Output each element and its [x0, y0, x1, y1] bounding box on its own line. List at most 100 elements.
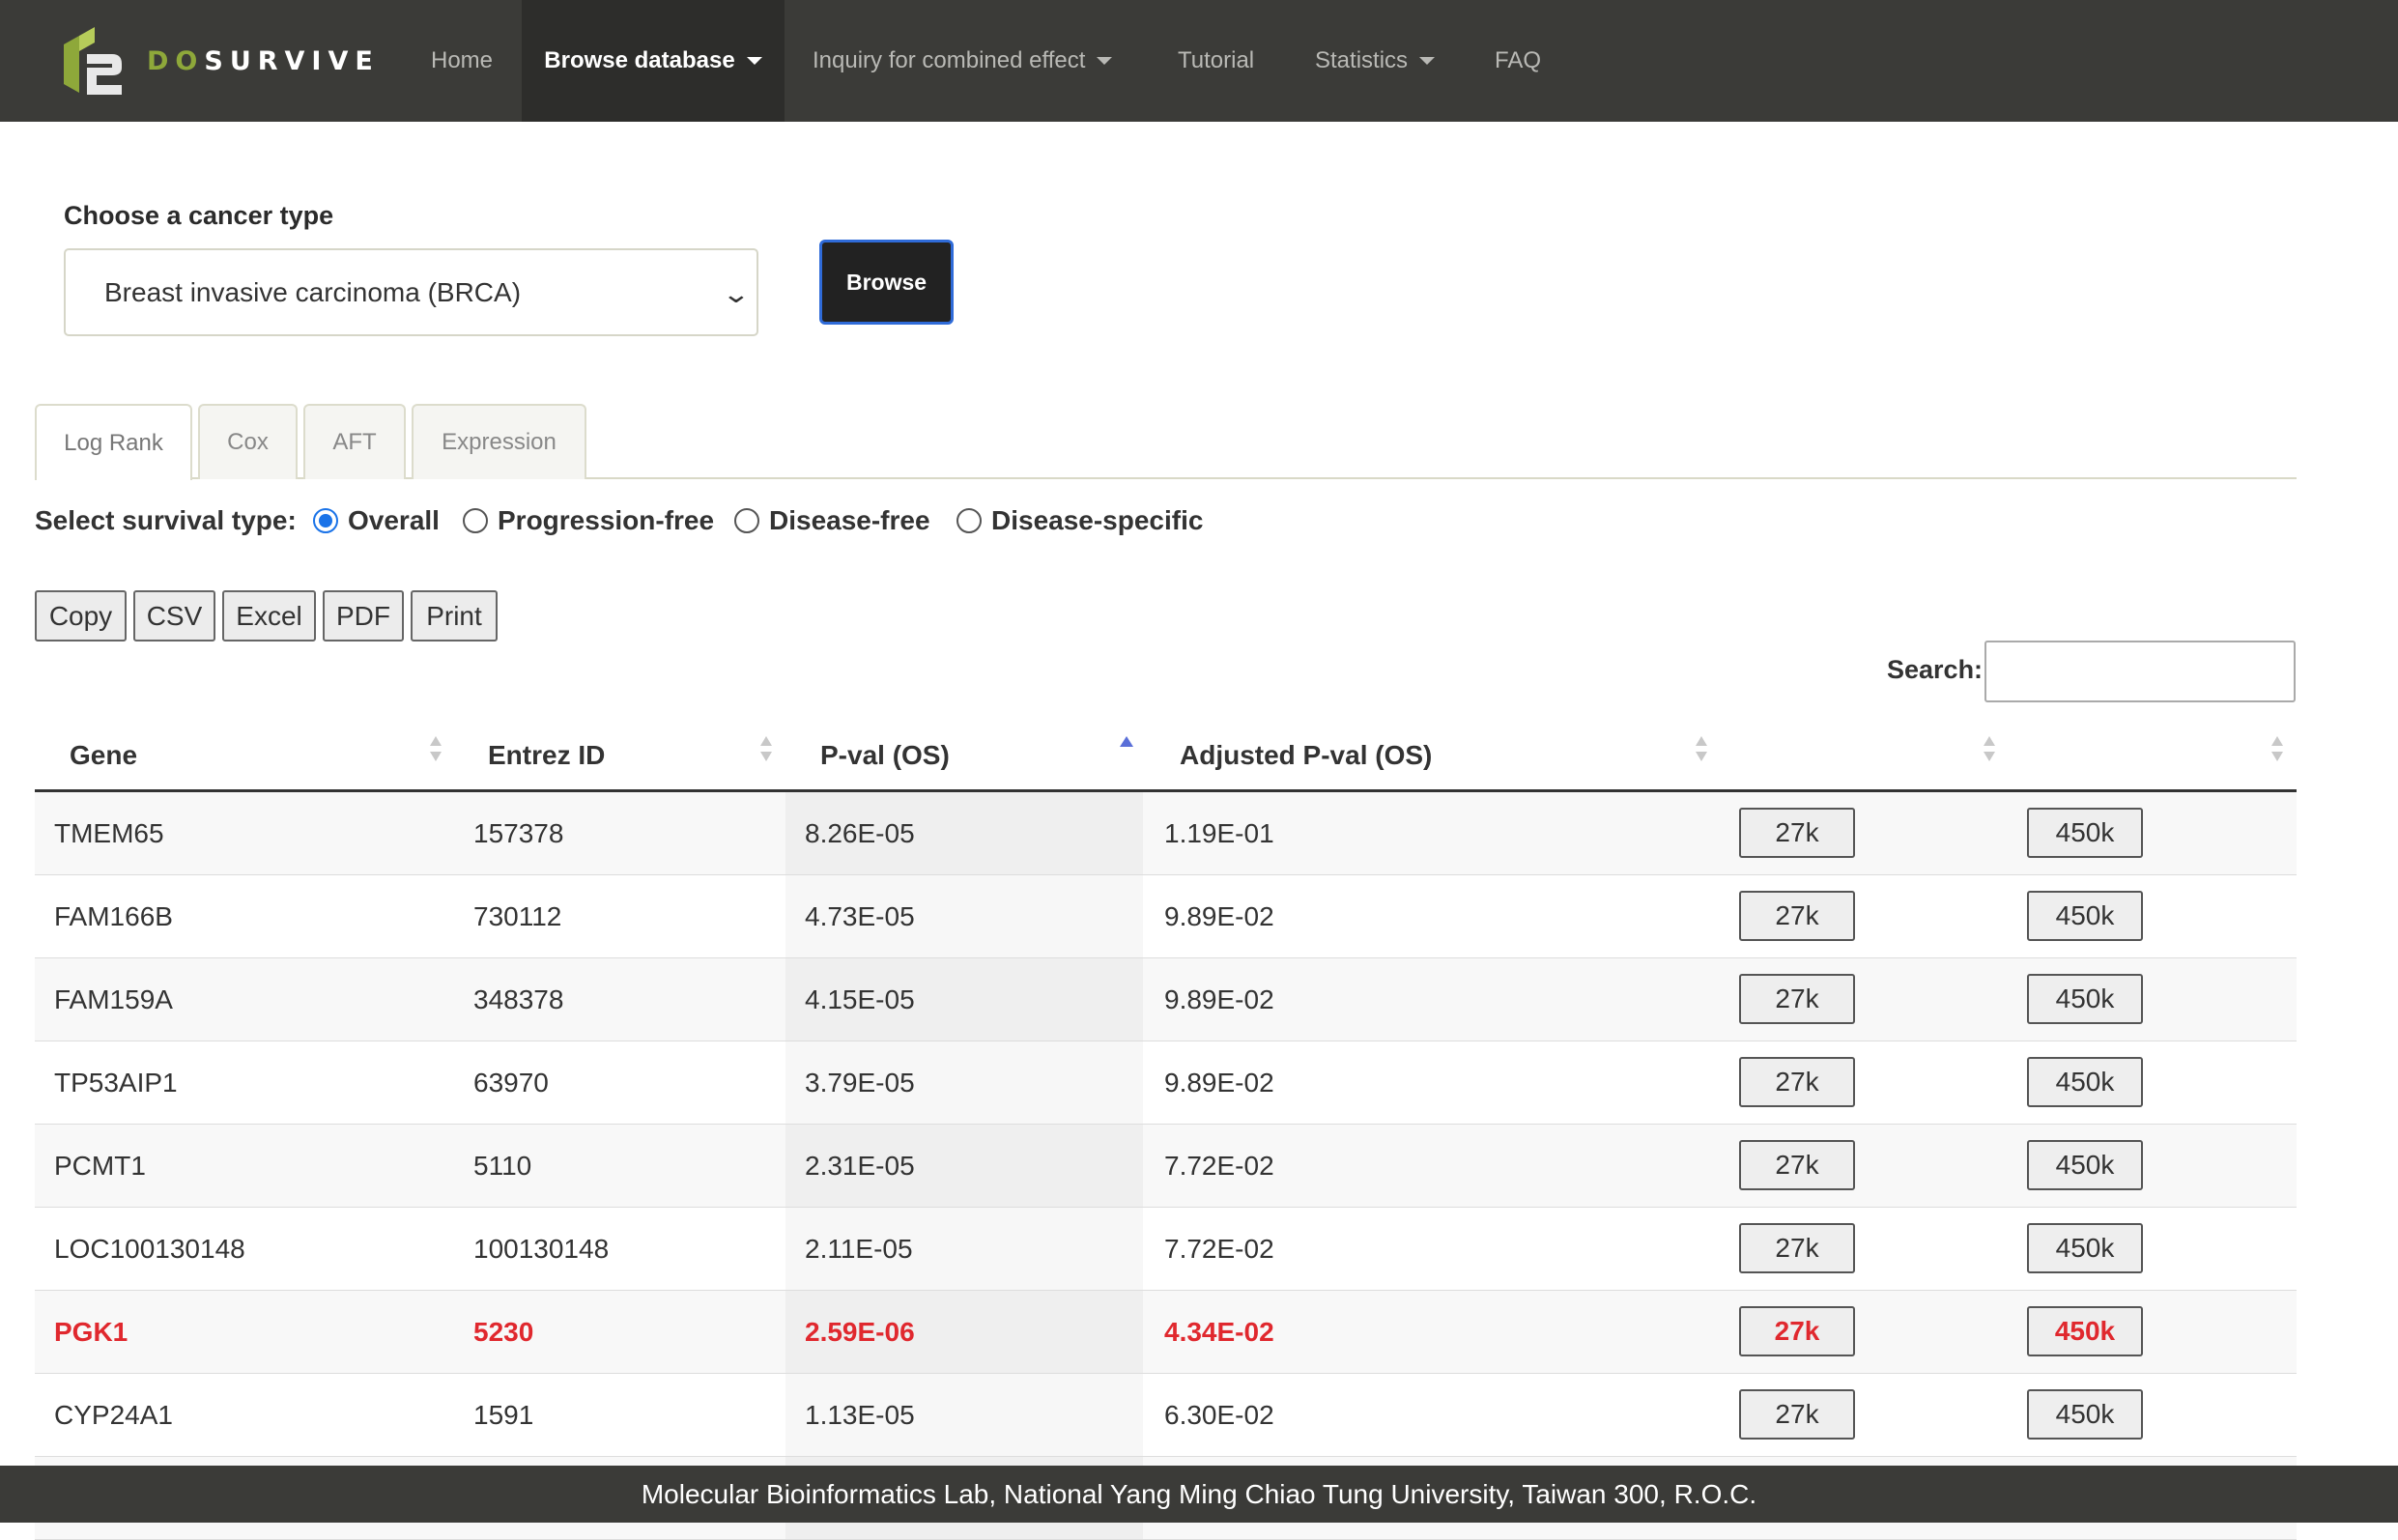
cell-entrez-id: 63970 [473, 1067, 549, 1098]
nav-browse-database[interactable]: Browse database [522, 0, 785, 122]
nav-faq[interactable]: FAQ [1495, 0, 1541, 122]
view-450k-button[interactable]: 450k [2027, 1306, 2143, 1356]
cell-pval: 4.73E-05 [805, 900, 915, 931]
view-27k-button[interactable]: 27k [1739, 1306, 1855, 1356]
view-450k-button[interactable]: 450k [2027, 1389, 2143, 1440]
column-header-entrez-id-label: Entrez ID [488, 740, 606, 770]
column-header-450k[interactable] [2019, 719, 2280, 792]
cell-adjusted-pval: 1.19E-01 [1164, 817, 1274, 848]
sort-both-icon [430, 736, 442, 761]
view-27k-button[interactable]: 27k [1739, 891, 1855, 941]
view-450k-button[interactable]: 450k [2027, 1140, 2143, 1190]
nav-inquiry-label: Inquiry for combined effect [813, 47, 1086, 73]
radio-overall[interactable]: Overall [313, 505, 440, 536]
brand-prefix: DO [147, 45, 205, 76]
cell-entrez-id: 1591 [473, 1399, 534, 1430]
table-row: TMEM65 157378 8.26E-05 1.19E-01 27k 450k [35, 792, 2297, 875]
brand-suffix: SURVIVE [204, 45, 380, 76]
table-row: CYP24A1 1591 1.13E-05 6.30E-02 27k 450k [35, 1374, 2297, 1457]
browse-button[interactable]: Browse [819, 240, 954, 325]
radio-unchecked-icon [956, 508, 982, 533]
view-27k-button[interactable]: 27k [1739, 1389, 1855, 1440]
column-header-pval-os[interactable]: P-val (OS) [820, 719, 950, 792]
copy-button[interactable]: Copy [35, 590, 127, 642]
nav-statistics[interactable]: Statistics [1315, 0, 1436, 122]
nav-browse-database-label: Browse database [544, 47, 735, 73]
tab-aft-label: AFT [332, 429, 377, 455]
view-27k-button[interactable]: 27k [1739, 974, 1855, 1024]
cell-gene: FAM159A [54, 984, 173, 1014]
tab-log-rank-label: Log Rank [64, 429, 163, 456]
nav-home[interactable]: Home [431, 0, 493, 122]
brand-logo-link[interactable]: DOSURVIVE [58, 14, 380, 108]
view-27k-button[interactable]: 27k [1739, 1057, 1855, 1107]
radio-disease-specific-label: Disease-specific [991, 505, 1204, 535]
cell-adjusted-pval: 9.89E-02 [1164, 1067, 1274, 1098]
column-header-27k[interactable] [1739, 719, 2010, 792]
view-450k-button[interactable]: 450k [2027, 1057, 2143, 1107]
cell-entrez-id: 730112 [473, 900, 562, 931]
cell-adjusted-pval: 4.34E-02 [1164, 1316, 1274, 1347]
nav-home-label: Home [431, 47, 494, 73]
table-row: PCMT1 5110 2.31E-05 7.72E-02 27k 450k [35, 1125, 2297, 1208]
radio-overall-label: Overall [348, 505, 440, 535]
column-header-gene[interactable]: Gene [70, 719, 137, 792]
caret-down-icon [1097, 57, 1113, 65]
cell-entrez-id: 5230 [473, 1316, 534, 1347]
nav-tutorial[interactable]: Tutorial [1178, 0, 1254, 122]
tab-aft[interactable]: AFT [303, 404, 406, 479]
radio-progression-free[interactable]: Progression-free [463, 505, 714, 536]
tab-cox-label: Cox [227, 429, 269, 455]
view-450k-button[interactable]: 450k [2027, 808, 2143, 858]
view-450k-button[interactable]: 450k [2027, 1223, 2143, 1273]
cell-gene: PCMT1 [54, 1150, 146, 1181]
search-input[interactable] [1984, 641, 2296, 702]
table-row: LOC100130148 100130148 2.11E-05 7.72E-02… [35, 1208, 2297, 1291]
cell-pval: 2.59E-06 [805, 1316, 915, 1347]
nav-inquiry-combined-effect[interactable]: Inquiry for combined effect [813, 0, 1113, 122]
radio-unchecked-icon [463, 508, 488, 533]
column-header-adjusted-pval-os-label: Adjusted P-val (OS) [1180, 740, 1433, 770]
view-27k-button[interactable]: 27k [1739, 1140, 1855, 1190]
cell-adjusted-pval: 9.89E-02 [1164, 900, 1274, 931]
cell-adjusted-pval: 7.72E-02 [1164, 1233, 1274, 1264]
column-header-adjusted-pval-os[interactable]: Adjusted P-val (OS) [1180, 719, 1432, 792]
cancer-type-label: Choose a cancer type [64, 201, 334, 230]
nav-statistics-label: Statistics [1315, 47, 1409, 73]
cancer-type-select[interactable]: Breast invasive carcinoma (BRCA) ⌄ [64, 248, 758, 336]
sort-both-icon [760, 736, 772, 761]
radio-disease-specific[interactable]: Disease-specific [956, 505, 1203, 536]
view-450k-button[interactable]: 450k [2027, 891, 2143, 941]
cell-entrez-id: 348378 [473, 984, 564, 1014]
cell-pval: 4.15E-05 [805, 984, 915, 1014]
sort-ascending-icon [1120, 736, 1133, 747]
radio-disease-free[interactable]: Disease-free [734, 505, 930, 536]
dosurvive-logo-icon [64, 27, 122, 95]
table-row: FAM166B 730112 4.73E-05 9.89E-02 27k 450… [35, 875, 2297, 958]
cell-gene: CYP24A1 [54, 1399, 173, 1430]
tab-log-rank[interactable]: Log Rank [35, 404, 192, 480]
page-footer: Molecular Bioinformatics Lab, National Y… [0, 1466, 2398, 1523]
view-450k-button[interactable]: 450k [2027, 974, 2143, 1024]
tab-cox[interactable]: Cox [198, 404, 298, 479]
print-button[interactable]: Print [411, 590, 498, 642]
radio-disease-free-label: Disease-free [769, 505, 930, 535]
pdf-button[interactable]: PDF [323, 590, 404, 642]
csv-button[interactable]: CSV [133, 590, 215, 642]
caret-down-icon [1419, 57, 1436, 65]
excel-button[interactable]: Excel [222, 590, 316, 642]
brand-name: DOSURVIVE [147, 46, 380, 76]
view-27k-button[interactable]: 27k [1739, 808, 1855, 858]
tab-expression[interactable]: Expression [412, 404, 586, 479]
cell-gene: PGK1 [54, 1316, 128, 1347]
cell-gene: LOC100130148 [54, 1233, 245, 1264]
survival-type-label: Select survival type: [35, 505, 297, 535]
view-27k-button[interactable]: 27k [1739, 1223, 1855, 1273]
cell-gene: TP53AIP1 [54, 1067, 178, 1098]
cell-pval: 1.13E-05 [805, 1399, 915, 1430]
column-header-entrez-id[interactable]: Entrez ID [488, 719, 605, 792]
top-navbar: DOSURVIVE Home Browse database Inquiry f… [0, 0, 2398, 122]
cell-pval: 3.79E-05 [805, 1067, 915, 1098]
column-header-pval-os-label: P-val (OS) [820, 740, 950, 770]
search-label: Search: [1887, 655, 1984, 684]
